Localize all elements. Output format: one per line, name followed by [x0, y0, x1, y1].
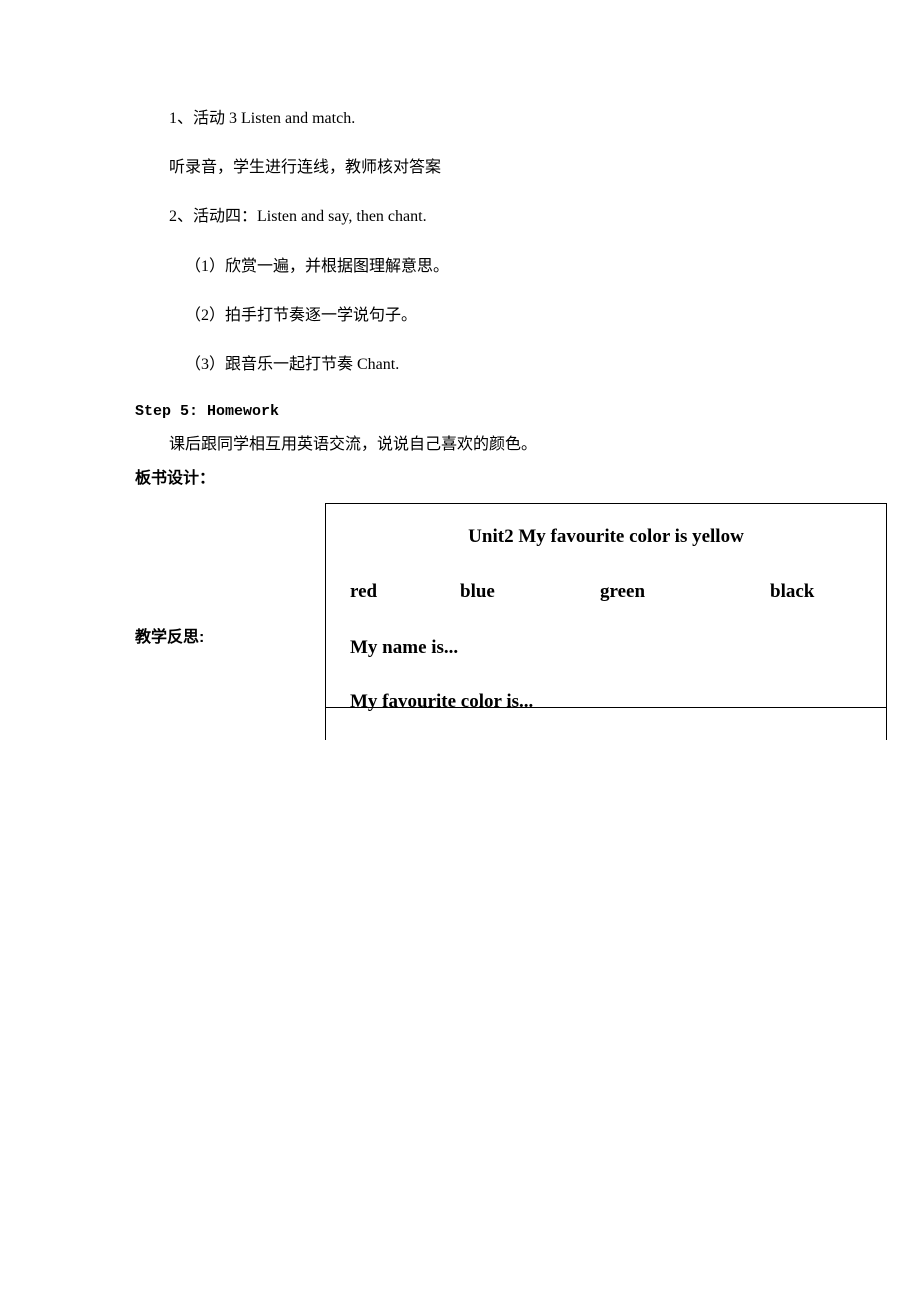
activity-4-step-3: （3）跟音乐一起打节奏 Chant. [135, 351, 785, 378]
activity-3-desc: 听录音，学生进行连线，教师核对答案 [135, 154, 785, 181]
color-blue: blue [460, 577, 600, 607]
activity-3-line: 1、活动 3 Listen and match. [135, 105, 785, 132]
activity-4-line: 2、活动四：Listen and say, then chant. [135, 203, 785, 230]
board-title: Unit2 My favourite color is yellow [350, 522, 862, 552]
board-colors-row: red blue green black [350, 577, 862, 607]
board-design-box: Unit2 My favourite color is yellow red b… [325, 503, 887, 740]
color-red: red [350, 577, 460, 607]
teaching-reflection-label: 教学反思: [135, 625, 204, 651]
step-5-heading: Step 5: Homework [135, 400, 785, 424]
activity-4-step-2: （2）拍手打节奏逐一学说句子。 [135, 302, 785, 329]
board-sentence-1: My name is... [350, 633, 862, 663]
board-bottom-border [325, 707, 887, 708]
color-black: black [770, 577, 814, 607]
color-green: green [600, 577, 770, 607]
board-design-label: 板书设计： [135, 466, 785, 492]
activity-4-step-1: （1）欣赏一遍，并根据图理解意思。 [135, 253, 785, 280]
board-sentence-2: My favourite color is... [350, 687, 862, 717]
homework-text: 课后跟同学相互用英语交流，说说自己喜欢的颜色。 [135, 432, 785, 458]
